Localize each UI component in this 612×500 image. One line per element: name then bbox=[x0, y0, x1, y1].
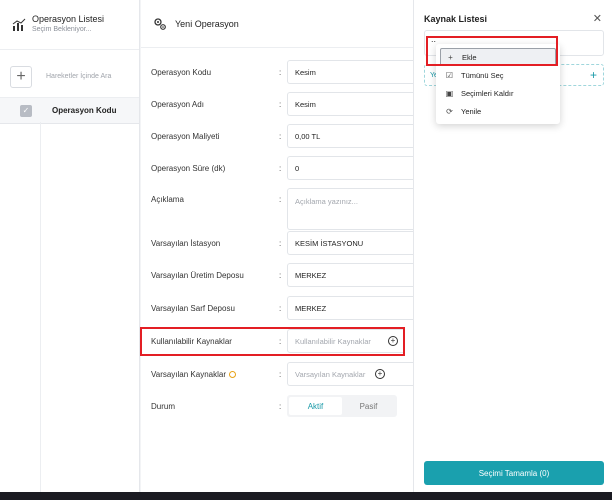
status-active-option[interactable]: Aktif bbox=[289, 397, 342, 415]
select-all-checkbox[interactable]: ✓ bbox=[20, 104, 32, 117]
form-row-production-warehouse: Varsayılan Üretim Deposu : MERKEZ bbox=[141, 263, 413, 287]
add-circle-icon[interactable]: + bbox=[375, 369, 385, 379]
column-header-operation-code[interactable]: Operasyon Kodu bbox=[52, 106, 116, 115]
menu-item-clear-selection[interactable]: ▣ Seçimleri Kaldır bbox=[440, 84, 556, 102]
operation-cost-input[interactable]: 0,00 TL bbox=[287, 124, 413, 148]
form-row-consumption-warehouse: Varsayılan Sarf Deposu : MERKEZ bbox=[141, 296, 413, 320]
operation-duration-input[interactable]: 0 bbox=[287, 156, 413, 180]
colon: : bbox=[279, 270, 282, 280]
taskbar-strip bbox=[0, 492, 612, 500]
field-label: Açıklama bbox=[151, 195, 184, 204]
form-row-operation-name: Operasyon Adı : Kesim bbox=[141, 92, 413, 116]
colon: : bbox=[279, 67, 282, 77]
operation-list-title: Operasyon Listesi bbox=[32, 14, 105, 24]
colon: : bbox=[279, 238, 282, 248]
form-row-description: Açıklama : Açıklama yazınız... bbox=[141, 188, 413, 230]
colon: : bbox=[279, 303, 282, 313]
checkbox-icon: ☑ bbox=[445, 70, 454, 80]
field-label: Durum bbox=[151, 401, 176, 411]
colon: : bbox=[279, 369, 282, 379]
search-input[interactable]: Hareketler İçinde Ara bbox=[46, 73, 111, 80]
complete-selection-button[interactable]: Seçimi Tamamla (0) bbox=[424, 461, 604, 485]
form-header: Yeni Operasyon bbox=[141, 0, 413, 48]
colon: : bbox=[279, 99, 282, 109]
menu-item-refresh[interactable]: ⟳ Yenile bbox=[440, 102, 556, 120]
status-toggle: Aktif Pasif bbox=[287, 395, 397, 417]
operation-code-input[interactable]: Kesim bbox=[287, 60, 413, 84]
colon: : bbox=[279, 401, 282, 411]
default-station-select[interactable]: KESİM İSTASYONU bbox=[287, 231, 413, 255]
menu-item-label: Yenile bbox=[461, 106, 482, 116]
add-operation-button[interactable]: + bbox=[10, 65, 32, 88]
form-row-status: Durum : Aktif Pasif bbox=[141, 395, 413, 417]
field-label: Varsayılan İstasyon bbox=[151, 238, 221, 248]
resource-panel-title: Kaynak Listesi bbox=[424, 13, 488, 24]
form-row-operation-duration: Operasyon Süre (dk) : 0 bbox=[141, 156, 413, 180]
field-label: Operasyon Kodu bbox=[151, 67, 212, 77]
description-textarea[interactable]: Açıklama yazınız... bbox=[287, 188, 413, 230]
default-resources-label: Varsayılan Kaynaklar bbox=[151, 369, 226, 379]
gears-icon bbox=[154, 17, 166, 30]
default-resources-input[interactable]: Varsayılan Kaynaklar + bbox=[287, 362, 413, 386]
table-header: ✓ Operasyon Kodu bbox=[0, 98, 139, 124]
form-row-operation-cost: Operasyon Maliyeti : 0,00 TL bbox=[141, 124, 413, 148]
menu-item-select-all[interactable]: ☑ Tümünü Seç bbox=[440, 66, 556, 84]
form-row-default-station: Varsayılan İstasyon : KESİM İSTASYONU bbox=[141, 231, 413, 255]
list-toolbar: + Hareketler İçinde Ara bbox=[0, 56, 139, 98]
field-label: Varsayılan Üretim Deposu bbox=[151, 270, 244, 280]
field-label: Varsayılan Sarf Deposu bbox=[151, 303, 235, 313]
field-label: Operasyon Maliyeti bbox=[151, 131, 220, 141]
clear-selection-icon: ▣ bbox=[445, 88, 454, 98]
plus-icon[interactable]: + bbox=[590, 68, 597, 82]
field-label: Varsayılan Kaynaklar bbox=[151, 370, 236, 379]
new-operation-form: Yeni Operasyon Operasyon Kodu : Kesim Op… bbox=[141, 0, 413, 492]
form-row-default-resources: Varsayılan Kaynaklar : Varsayılan Kaynak… bbox=[141, 362, 413, 386]
field-label: Operasyon Süre (dk) bbox=[151, 163, 226, 173]
close-icon[interactable]: ✕ bbox=[593, 12, 602, 25]
chart-icon bbox=[12, 18, 26, 31]
highlight-box bbox=[140, 327, 405, 356]
colon: : bbox=[279, 131, 282, 141]
operation-name-input[interactable]: Kesim bbox=[287, 92, 413, 116]
form-title: Yeni Operasyon bbox=[175, 18, 239, 29]
operation-list-header: Operasyon Listesi Seçim Bekleniyor... bbox=[0, 0, 139, 50]
colon: : bbox=[279, 163, 282, 173]
operation-list-subtitle: Seçim Bekleniyor... bbox=[32, 26, 92, 33]
colon: : bbox=[279, 195, 282, 204]
form-row-operation-code: Operasyon Kodu : Kesim bbox=[141, 60, 413, 84]
operation-list-panel: Operasyon Listesi Seçim Bekleniyor... + … bbox=[0, 0, 140, 492]
refresh-icon: ⟳ bbox=[446, 106, 453, 116]
default-resources-placeholder: Varsayılan Kaynaklar bbox=[295, 369, 366, 379]
column-divider bbox=[40, 122, 41, 492]
menu-item-label: Seçimleri Kaldır bbox=[461, 88, 514, 98]
field-label: Operasyon Adı bbox=[151, 99, 204, 109]
status-passive-option[interactable]: Pasif bbox=[342, 397, 395, 415]
info-icon bbox=[229, 370, 236, 378]
highlight-box bbox=[426, 36, 558, 66]
menu-item-label: Tümünü Seç bbox=[461, 70, 504, 80]
consumption-warehouse-select[interactable]: MERKEZ bbox=[287, 296, 413, 320]
production-warehouse-select[interactable]: MERKEZ bbox=[287, 263, 413, 287]
resource-panel-header: Kaynak Listesi ✕ bbox=[414, 0, 612, 25]
